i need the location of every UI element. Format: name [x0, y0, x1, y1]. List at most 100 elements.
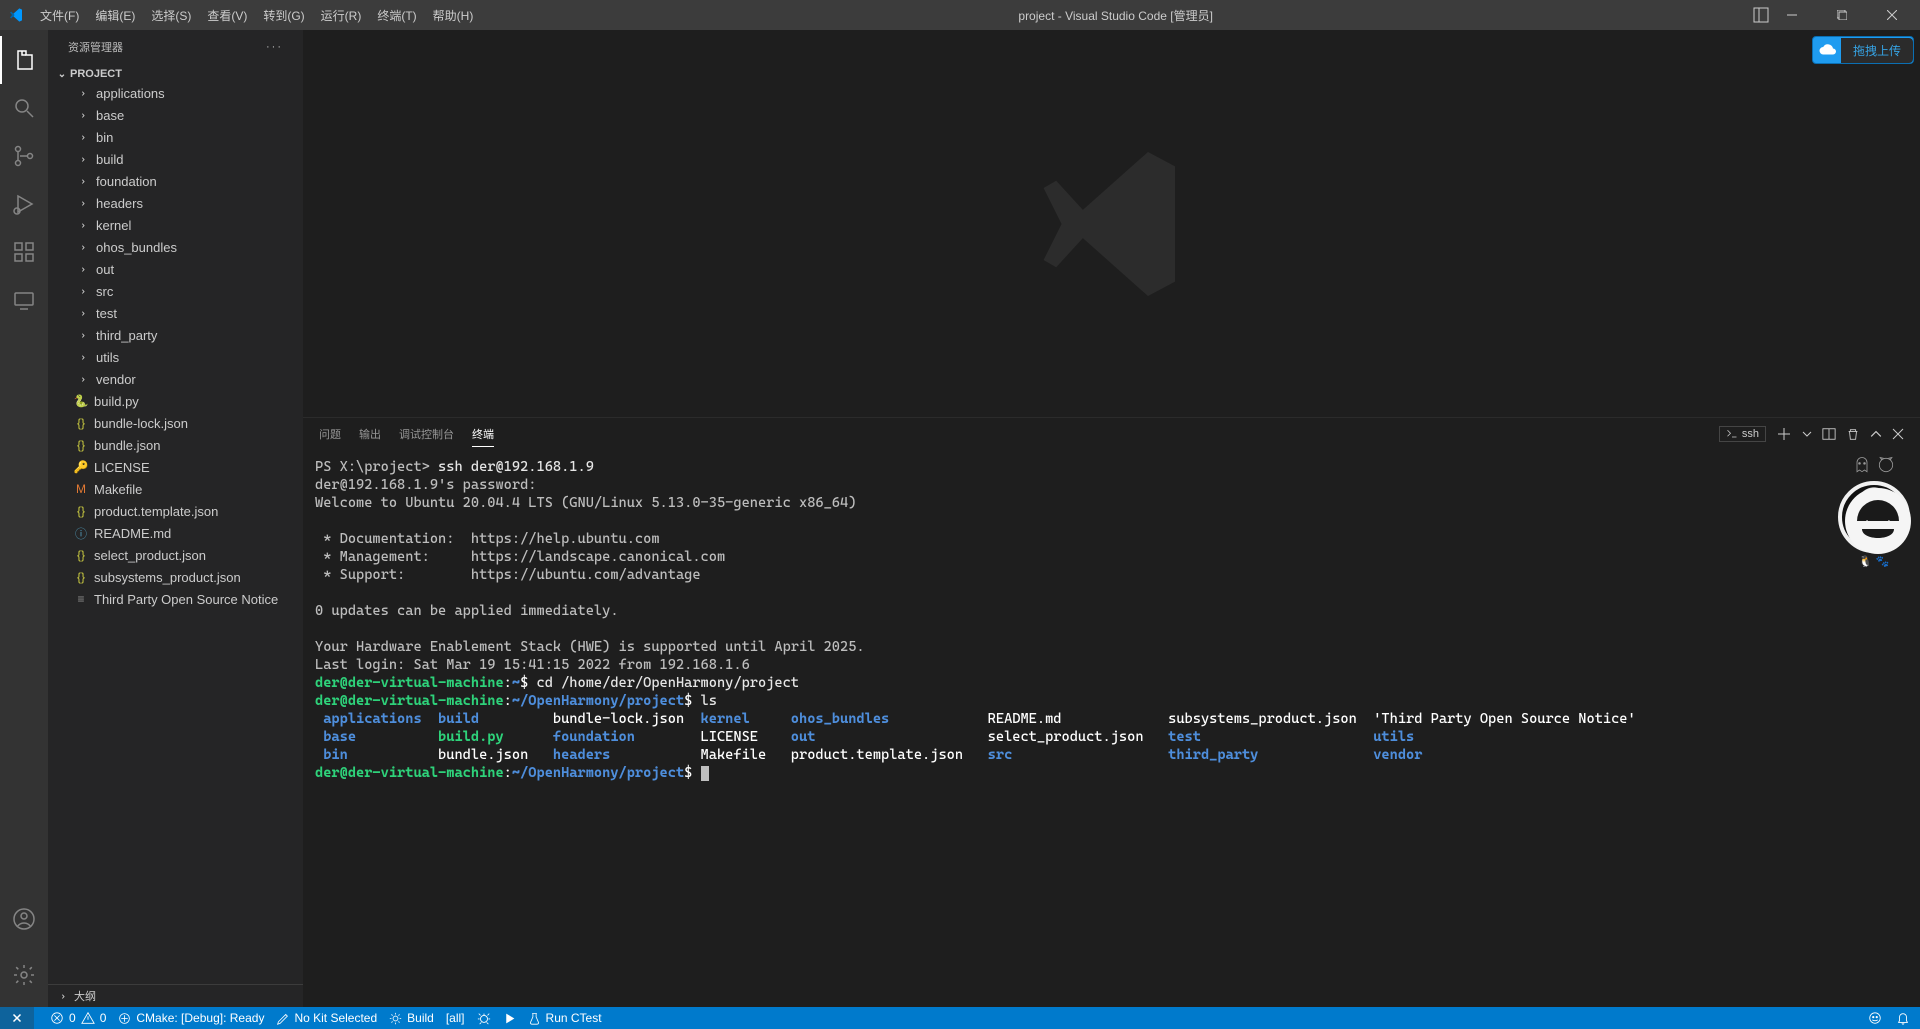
folder-utils[interactable]: ⌄utils	[52, 346, 303, 368]
status-run-icon[interactable]	[503, 1012, 516, 1025]
chevron-down-icon[interactable]	[1802, 429, 1812, 439]
file-bundle.json[interactable]: {}bundle.json	[52, 434, 303, 456]
activity-source-control[interactable]	[0, 132, 48, 180]
chevron-right-icon: ⌄	[77, 195, 88, 211]
menu-go[interactable]: 转到(G)	[255, 5, 312, 26]
explorer-more-icon[interactable]: ···	[266, 41, 283, 53]
folder-out[interactable]: ⌄out	[52, 258, 303, 280]
vscode-watermark-icon	[982, 134, 1242, 314]
tab-debug-console[interactable]: 调试控制台	[399, 422, 454, 446]
menu-help[interactable]: 帮助(H)	[425, 5, 482, 26]
folder-kernel[interactable]: ⌄kernel	[52, 214, 303, 236]
status-debug-icon[interactable]	[477, 1011, 491, 1025]
status-ctest[interactable]: Run CTest	[528, 1011, 602, 1025]
panel-tabs: 问题 输出 调试控制台 终端 ssh	[303, 418, 1920, 450]
file-icon: ⓘ	[74, 526, 88, 540]
menu-file[interactable]: 文件(F)	[32, 5, 87, 26]
chevron-right-icon: ⌄	[77, 151, 88, 167]
maximize-panel-button[interactable]	[1870, 428, 1882, 440]
file-icon: 🐍	[74, 394, 88, 408]
file-icon: {}	[74, 504, 88, 518]
file-icon: ≡	[74, 592, 88, 606]
terminal-content[interactable]: PS X:\project> ssh der@192.168.1.9 der@1…	[303, 450, 1920, 1007]
chevron-right-icon: ⌄	[77, 371, 88, 387]
close-button[interactable]	[1872, 1, 1912, 29]
menu-view[interactable]: 查看(V)	[199, 5, 255, 26]
folder-test[interactable]: ⌄test	[52, 302, 303, 324]
activity-accounts[interactable]	[0, 895, 48, 943]
activity-search[interactable]	[0, 84, 48, 132]
file-Third Party Open Source Notice[interactable]: ≡Third Party Open Source Notice	[52, 588, 303, 610]
status-bar: 0 0 CMake: [Debug]: Ready No Kit Selecte…	[0, 1007, 1920, 1029]
activity-settings[interactable]	[0, 951, 48, 999]
editor-empty-placeholder	[303, 30, 1920, 417]
minimize-button[interactable]	[1772, 1, 1812, 29]
status-notifications-icon[interactable]	[1896, 1011, 1910, 1025]
file-LICENSE[interactable]: 🔑LICENSE	[52, 456, 303, 478]
menu-edit[interactable]: 编辑(E)	[87, 5, 143, 26]
vscode-logo-icon	[8, 7, 24, 23]
chevron-right-icon: ⌄	[77, 85, 88, 101]
kill-terminal-button[interactable]	[1846, 427, 1860, 441]
terminal-profile-label: ssh	[1742, 428, 1759, 440]
new-terminal-button[interactable]	[1776, 426, 1792, 442]
folder-ohos_bundles[interactable]: ⌄ohos_bundles	[52, 236, 303, 258]
folder-third_party[interactable]: ⌄third_party	[52, 324, 303, 346]
file-Makefile[interactable]: MMakefile	[52, 478, 303, 500]
folder-build[interactable]: ⌄build	[52, 148, 303, 170]
upload-button[interactable]: 拖拽上传	[1812, 36, 1914, 64]
chevron-right-icon: ⌄	[77, 305, 88, 321]
file-tree: ⌄applications⌄base⌄bin⌄build⌄foundation⌄…	[48, 82, 303, 610]
tab-problems[interactable]: 问题	[319, 422, 341, 446]
status-kit[interactable]: No Kit Selected	[276, 1011, 377, 1025]
split-terminal-button[interactable]	[1822, 427, 1836, 441]
activity-bar	[0, 30, 48, 1007]
sidebar-section-outline[interactable]: ⌄ 大纲	[48, 984, 303, 1007]
remote-indicator[interactable]	[0, 1007, 34, 1029]
window-title: project - Visual Studio Code [管理员]	[481, 7, 1750, 24]
file-icon: {}	[74, 438, 88, 452]
menu-terminal[interactable]: 终端(T)	[369, 5, 424, 26]
chevron-right-icon: ⌄	[77, 173, 88, 189]
close-panel-button[interactable]	[1892, 428, 1904, 440]
outline-label: 大纲	[74, 988, 96, 1004]
activity-remote[interactable]	[0, 276, 48, 324]
folder-applications[interactable]: ⌄applications	[52, 82, 303, 104]
status-problems[interactable]: 0 0	[50, 1011, 106, 1025]
folder-foundation[interactable]: ⌄foundation	[52, 170, 303, 192]
status-feedback-icon[interactable]	[1868, 1011, 1882, 1025]
upload-label: 拖拽上传	[1841, 38, 1913, 63]
terminal-profile-dropdown[interactable]: ssh	[1719, 426, 1766, 442]
terminal-panel: 问题 输出 调试控制台 终端 ssh	[303, 417, 1920, 1007]
file-build.py[interactable]: 🐍build.py	[52, 390, 303, 412]
folder-src[interactable]: ⌄src	[52, 280, 303, 302]
folder-bin[interactable]: ⌄bin	[52, 126, 303, 148]
folder-base[interactable]: ⌄base	[52, 104, 303, 126]
activity-extensions[interactable]	[0, 228, 48, 276]
menu-run[interactable]: 运行(R)	[313, 5, 370, 26]
sidebar-section-project[interactable]: ⌄ PROJECT	[48, 66, 303, 82]
titlebar: 文件(F) 编辑(E) 选择(S) 查看(V) 转到(G) 运行(R) 终端(T…	[0, 0, 1920, 30]
tab-terminal[interactable]: 终端	[472, 422, 494, 447]
file-subsystems_product.json[interactable]: {}subsystems_product.json	[52, 566, 303, 588]
file-icon: M	[74, 482, 88, 496]
file-icon: {}	[74, 548, 88, 562]
activity-run-debug[interactable]	[0, 180, 48, 228]
tab-output[interactable]: 输出	[359, 422, 381, 446]
folder-headers[interactable]: ⌄headers	[52, 192, 303, 214]
layout-customize-icon[interactable]	[1750, 4, 1772, 26]
status-cmake[interactable]: CMake: [Debug]: Ready	[118, 1011, 264, 1025]
file-product.template.json[interactable]: {}product.template.json	[52, 500, 303, 522]
folder-vendor[interactable]: ⌄vendor	[52, 368, 303, 390]
file-README.md[interactable]: ⓘREADME.md	[52, 522, 303, 544]
activity-explorer[interactable]	[0, 36, 48, 84]
chevron-right-icon: ⌄	[77, 261, 88, 277]
status-target[interactable]: [all]	[446, 1011, 465, 1025]
chevron-right-icon: ⌄	[77, 217, 88, 233]
menu-selection[interactable]: 选择(S)	[143, 5, 199, 26]
file-select_product.json[interactable]: {}select_product.json	[52, 544, 303, 566]
status-build[interactable]: Build	[389, 1011, 434, 1025]
editor-area: 拖拽上传 问题 输出 调试控制台 终端 ssh	[303, 30, 1920, 1007]
maximize-button[interactable]	[1822, 1, 1862, 29]
file-bundle-lock.json[interactable]: {}bundle-lock.json	[52, 412, 303, 434]
